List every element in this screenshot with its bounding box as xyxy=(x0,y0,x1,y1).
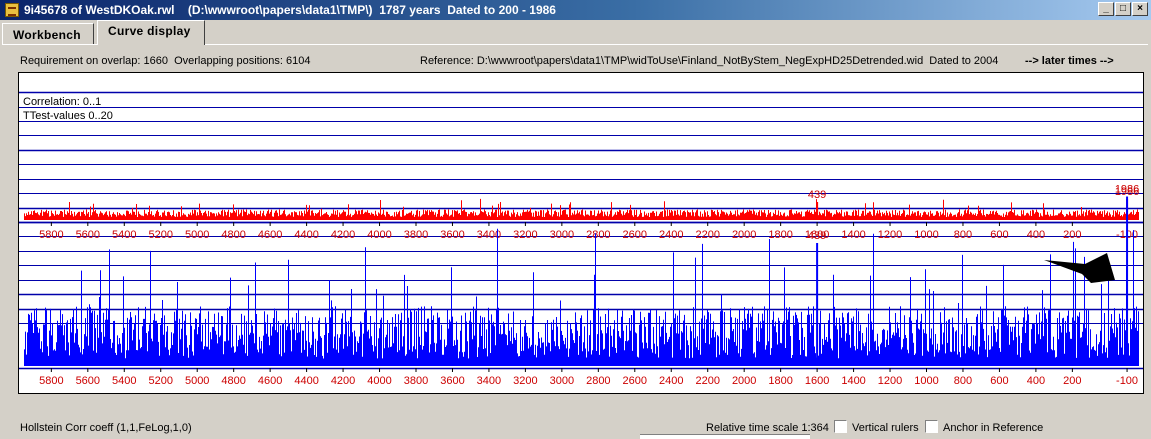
x-tick-label: 5400 xyxy=(112,229,136,241)
correlation-legend: Correlation: 0..1 xyxy=(23,96,101,108)
anchor-reference-checkbox[interactable] xyxy=(925,420,938,433)
x-tick-label: 3800 xyxy=(404,229,428,241)
x-tick-label: 2000 xyxy=(732,375,756,387)
x-tick-label: 800 xyxy=(954,229,972,241)
x-tick-label: 5800 xyxy=(39,229,63,241)
x-tick-label: 5000 xyxy=(185,229,209,241)
x-tick-label: 2200 xyxy=(695,375,719,387)
x-tick-label: 1800 xyxy=(768,375,792,387)
x-tick-label: 400 xyxy=(1027,375,1045,387)
x-tick-label: 600 xyxy=(990,229,1008,241)
x-tick-label: 4800 xyxy=(221,229,245,241)
x-tick-label: 600 xyxy=(990,375,1008,387)
correlation-method: Hollstein Corr coeff (1,1,FeLog,1,0) xyxy=(20,422,192,434)
x-tick-label: 5800 xyxy=(39,375,63,387)
reference-info: Reference: D:\wwwroot\papers\data1\TMP\w… xyxy=(420,55,999,67)
x-tick-label: 3200 xyxy=(513,375,537,387)
tab-workbench[interactable]: Workbench xyxy=(2,23,94,44)
app-icon xyxy=(5,3,19,17)
x-tick-label: 5000 xyxy=(185,375,209,387)
x-tick-label: 3600 xyxy=(440,229,464,241)
x-tick-label: 1400 xyxy=(841,375,865,387)
x-tick-label: 5200 xyxy=(149,229,173,241)
x-tick-label: 2000 xyxy=(732,229,756,241)
title-bar: 9i45678 of WestDKOak.rwl (D:\wwwroot\pap… xyxy=(0,0,1151,20)
x-tick-label: 4600 xyxy=(258,375,282,387)
x-tick-label: 3200 xyxy=(513,229,537,241)
x-tick-label: 4400 xyxy=(294,375,318,387)
vertical-rulers-checkbox[interactable] xyxy=(834,420,847,433)
x-tick-label: 2200 xyxy=(695,229,719,241)
overlap-info: Requirement on overlap: 1660 Overlapping… xyxy=(20,55,311,67)
x-tick-label: 800 xyxy=(954,375,972,387)
x-tick-label: 1000 xyxy=(914,375,938,387)
x-tick-label: 1600 xyxy=(805,375,829,387)
time-scale-label: Relative time scale 1:364 xyxy=(706,422,829,434)
x-tick-label: 5600 xyxy=(76,229,100,241)
x-tick-label: 5600 xyxy=(76,375,100,387)
x-tick-label: 2400 xyxy=(659,375,683,387)
x-tick-label: 2600 xyxy=(623,375,647,387)
x-tick-label: 4200 xyxy=(331,375,355,387)
x-tick-label: 2400 xyxy=(659,229,683,241)
x-tick-label: 3000 xyxy=(550,375,574,387)
peak-label: 1986 xyxy=(1115,184,1139,196)
x-tick-label: 200 xyxy=(1063,229,1081,241)
later-times-button[interactable]: --> later times --> xyxy=(1025,55,1114,67)
x-tick-label: 4800 xyxy=(221,375,245,387)
x-tick-label: 3000 xyxy=(550,229,574,241)
maximize-button[interactable]: □ xyxy=(1115,2,1131,16)
x-tick-label: 4600 xyxy=(258,229,282,241)
x-tick-label: 2800 xyxy=(586,375,610,387)
x-tick-label: 1200 xyxy=(878,375,902,387)
x-tick-label: 4400 xyxy=(294,229,318,241)
curve-chart[interactable]: Correlation: 0..1 TTest-values 0..20 580… xyxy=(18,72,1144,394)
x-tick-label: 3400 xyxy=(477,375,501,387)
x-tick-label: 5400 xyxy=(112,375,136,387)
ttest-legend: TTest-values 0..20 xyxy=(23,110,113,122)
anchor-reference-label: Anchor in Reference xyxy=(943,422,1044,434)
tab-curve-display[interactable]: Curve display xyxy=(97,20,205,45)
x-tick-label: 3800 xyxy=(404,375,428,387)
vertical-rulers-label: Vertical rulers xyxy=(852,422,919,434)
x-tick-label: 400 xyxy=(1027,229,1045,241)
minimize-button[interactable]: _ xyxy=(1098,2,1114,16)
x-tick-label: 1800 xyxy=(768,229,792,241)
x-tick-label: 4000 xyxy=(367,229,391,241)
tab-strip: Workbench Curve display xyxy=(0,20,1151,45)
x-tick-label: 2600 xyxy=(623,229,647,241)
horizontal-scroll-area[interactable] xyxy=(640,434,810,439)
x-tick-label: -100 xyxy=(1116,375,1138,387)
x-tick-label: 1400 xyxy=(841,229,865,241)
x-tick-label: 5200 xyxy=(149,375,173,387)
x-tick-label: 1200 xyxy=(878,229,902,241)
x-tick-label: 4200 xyxy=(331,229,355,241)
x-tick-label: 1000 xyxy=(914,229,938,241)
x-tick-label: 2800 xyxy=(586,229,610,241)
close-button[interactable]: × xyxy=(1132,2,1148,16)
peak-label: 439 xyxy=(808,189,826,201)
window-title: 9i45678 of WestDKOak.rwl (D:\wwwroot\pap… xyxy=(24,3,556,17)
x-tick-label: 4000 xyxy=(367,375,391,387)
x-tick-label: 200 xyxy=(1063,375,1081,387)
x-tick-label: 3600 xyxy=(440,375,464,387)
peak-label: 439 xyxy=(808,230,826,242)
